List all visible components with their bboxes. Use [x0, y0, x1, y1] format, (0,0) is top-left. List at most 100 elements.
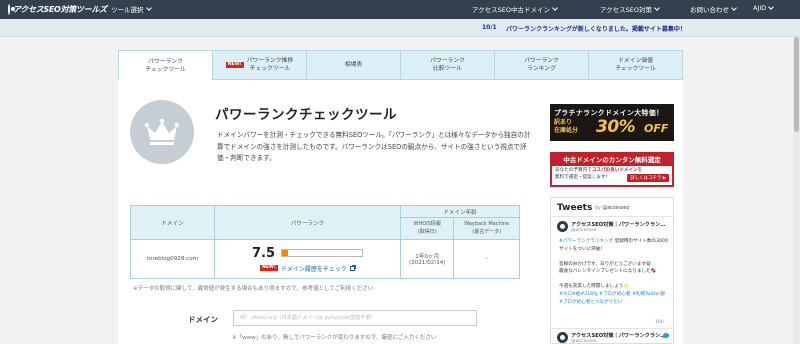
tab-label-line2: チェックツール — [145, 67, 186, 73]
twitter-bird-icon — [663, 333, 669, 338]
tab-label-line2: チェックツール — [615, 66, 656, 72]
site-logo[interactable]: アクセスSEO対策ツールズ — [8, 3, 107, 16]
header-domain-age: ドメイン年齢 — [400, 205, 520, 218]
divider — [551, 216, 673, 217]
power-rank-score: 7.5 — [251, 245, 276, 261]
cell-power-rank: 7.5 NEW! ドメイン履歴をチェック — [214, 239, 401, 279]
data-note: ※データの取得に関して、異常値が発生する場合もあり得ますので、参考値としてご利用… — [133, 286, 374, 292]
tweet-body: #パワーランクランキング 登録時のサイト数の3000サイトをついに突破！ 皆様の… — [559, 238, 669, 306]
domain-input[interactable] — [233, 310, 477, 326]
tweet-author-name[interactable]: アクセスSEO対策｜パワーランクラン… — [571, 332, 665, 339]
notice-link[interactable]: パワーランクランキングが新しくなりました。掲載サイト募集中！ — [506, 24, 686, 33]
header-whois-sub: (取得日) — [417, 228, 437, 235]
header-wayback: Wayback Machine (最古データ) — [453, 217, 520, 240]
banner2-sub2: 無料で選定・提案します！ — [555, 174, 611, 180]
banner1-headline: プラチナランクドメイン大特価！ — [554, 109, 664, 117]
header-domain: ドメイン — [130, 205, 215, 240]
tweets-by: by @accesseo — [595, 206, 629, 211]
top-navigation: アクセスSEO対策ツールズ ツール選択 アクセスSEO中古ドメイン アクセスSE… — [0, 0, 800, 19]
scrollbar-thumb[interactable] — [794, 37, 799, 132]
notice-bar: 10/1 パワーランクランキングが新しくなりました。掲載サイト募集中！ — [0, 19, 800, 37]
banner1-off: OFF — [644, 122, 669, 135]
nav-language-label: AJID — [753, 4, 767, 12]
tweets-by-label: by — [595, 206, 601, 211]
tab-label: パワーランク チェックツール — [145, 58, 186, 75]
tweet-hashtags[interactable]: #ホロ#絵#214fg #ブログ初心者 #札幌Twitter部 #ブログ初心者と… — [559, 292, 665, 305]
tweet-text-2: 皆様のおかげです、ありがとうございます😄 — [559, 261, 651, 267]
tab-label: パワーランク ランキング — [524, 57, 559, 74]
crown-icon-svg — [144, 118, 180, 145]
nav-used-domain-label: アクセスSEO中古ドメイン — [472, 6, 551, 14]
tab-label-line1: パワーランク — [524, 57, 559, 64]
power-rank-bar — [281, 249, 364, 257]
chevron-down-icon — [654, 5, 660, 11]
tab-power-rank-check[interactable]: パワーランク チェックツール — [118, 50, 212, 81]
avatar[interactable] — [557, 332, 568, 343]
tab-power-rank-ranking[interactable]: パワーランク ランキング — [494, 50, 588, 80]
tweet-author-name[interactable]: アクセスSEO対策｜パワーランクラン… — [571, 221, 665, 228]
tab-label-line1: パワーランク — [430, 57, 465, 64]
crown-icon — [130, 100, 194, 164]
nav-seo[interactable]: アクセスSEO対策 — [600, 4, 660, 14]
divider — [551, 328, 673, 329]
score-wrap: 7.5 — [215, 246, 400, 261]
tab-label-line1: ドメイン価値 — [618, 57, 653, 64]
tab-label: ドメイン価値 チェックツール — [615, 57, 656, 74]
result-table: ドメイン パワーランク ドメイン年齢 WHOIS情報 (取得日) Wayback… — [130, 205, 520, 279]
tab-label-line2: 比較ツール — [432, 66, 462, 72]
platinum-domain-banner[interactable]: プラチナランクドメイン大特価！ 訳あり 在庫処分 30% OFF — [550, 104, 674, 141]
tool-tabs: パワーランク チェックツール NEW! パワーランク推移 チェックツール 相場表… — [118, 50, 683, 81]
banner1-percent: 30% — [596, 117, 636, 137]
banner2-highlight: コスパの良いドメイン — [591, 168, 638, 173]
chevron-down-icon — [768, 4, 775, 10]
nav-tool-select-label: ツール選択 — [111, 6, 144, 14]
logo-mark-icon — [8, 4, 15, 15]
chevron-down-icon — [145, 5, 152, 11]
tweet-text-4: 今週も充実した時間しましょう✨ — [559, 284, 630, 290]
tweets-title: Tweets — [557, 203, 593, 213]
new-badge: NEW! — [225, 61, 244, 69]
header-whois: WHOIS情報 (取得日) — [399, 217, 455, 240]
tab-domain-value-check[interactable]: ドメイン価値 チェックツール — [588, 50, 683, 80]
tab-label-line1: パワーランク — [148, 58, 183, 65]
page-scrollbar[interactable] — [793, 37, 800, 344]
power-rank-bar-fill — [282, 250, 289, 256]
domain-history-link[interactable]: NEW! ドメイン履歴をチェック — [215, 264, 400, 273]
nav-contact[interactable]: お問い合わせ — [690, 4, 737, 14]
nav-contact-label: お問い合わせ — [690, 6, 729, 14]
tweet-author-handle[interactable]: @accesseo — [571, 228, 597, 233]
tweet-text-3: 最後なバレンタインプレゼントになりました🍫 — [559, 269, 657, 275]
tab-label-line1: パワーランク推移 — [246, 57, 294, 64]
header-wayback-sub: (最古データ) — [472, 228, 502, 235]
free-domain-selection-banner[interactable]: 中古ドメインのカンタン無料選定 あなたの予算内でコスパの良いドメインを 無料で選… — [550, 152, 674, 187]
banner1-sub-a: 訳あり — [554, 119, 573, 126]
tab-power-rank-history[interactable]: NEW! パワーランク推移 チェックツール — [212, 50, 306, 80]
banner1-sub-b: 在庫処分 — [554, 126, 579, 134]
tab-label: パワーランク 比較ツール — [430, 57, 465, 74]
chevron-down-icon — [731, 5, 737, 11]
header-power-rank: パワーランク — [214, 205, 401, 240]
tweets-by-handle[interactable]: @accesseo — [602, 206, 629, 211]
banner2-details-button[interactable]: 詳しくはコチラ ▶ — [627, 174, 669, 182]
tweet-hashtag[interactable]: #パワーランクランキング — [559, 239, 613, 244]
cell-wayback: - — [453, 239, 520, 279]
tab-power-rank-compare[interactable]: パワーランク 比較ツール — [400, 50, 494, 80]
tab-label: パワーランク推移 チェックツール — [247, 57, 293, 74]
domain-history-link-label: ドメイン履歴をチェック — [280, 265, 347, 273]
tweet-author-handle[interactable]: @accesseo — [571, 339, 597, 343]
tweet-time[interactable]: 16h — [655, 320, 664, 325]
whois-date: (2021/02/14) — [408, 260, 446, 266]
nav-language[interactable]: AJID — [753, 4, 775, 12]
tab-price-table[interactable]: 相場表 — [306, 50, 400, 80]
tab-label-line2: チェックツール — [249, 66, 291, 72]
cell-domain: toreblog0928.com — [130, 239, 215, 279]
banner2-title: 中古ドメインのカンタン無料選定 — [552, 154, 672, 166]
nav-used-domain[interactable]: アクセスSEO中古ドメイン — [472, 4, 558, 14]
nav-seo-label: アクセスSEO対策 — [600, 6, 653, 14]
banner2-sub1-end: を — [637, 168, 643, 173]
new-badge: NEW! — [260, 264, 278, 272]
avatar[interactable] — [557, 221, 568, 232]
nav-tool-select[interactable]: ツール選択 — [111, 4, 152, 14]
notice-date: 10/1 — [482, 24, 497, 31]
cell-whois: 1年0ヶ月 (2021/02/14) — [399, 239, 455, 279]
